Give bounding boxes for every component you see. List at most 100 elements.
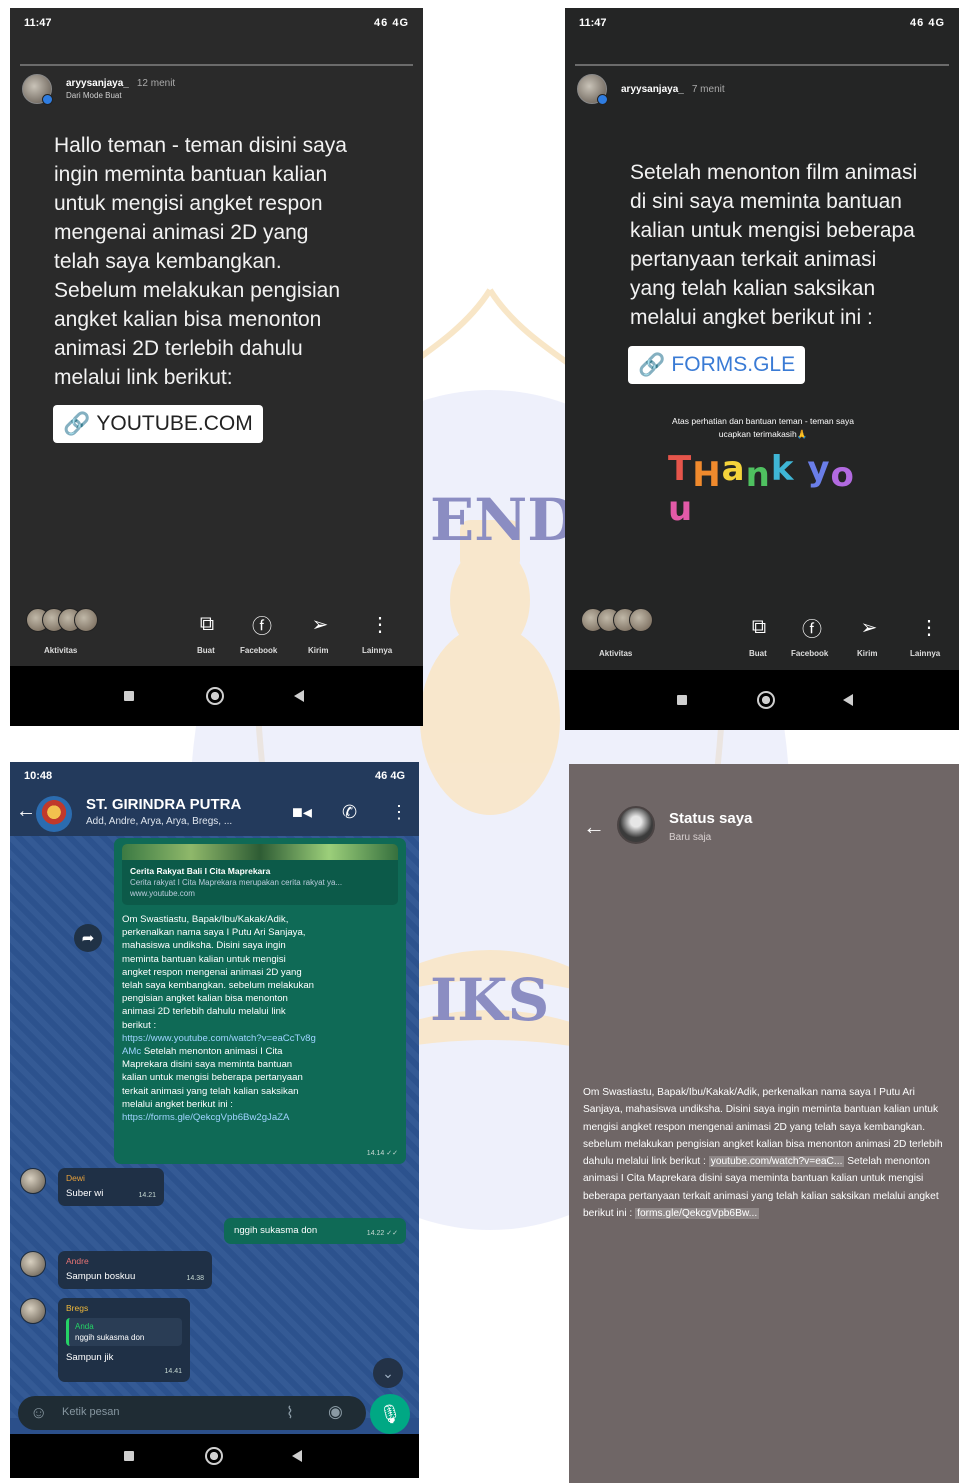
input-placeholder: Ketik pesan [62,1406,120,1418]
forward-icon[interactable]: ➦ [74,924,102,952]
paperclip-icon[interactable]: ⌇ [286,1403,294,1423]
message-line: terkait animasi yang telah kalian saksik… [122,1085,299,1097]
status-time: 10:48 [24,770,53,782]
message-line: melalui angket berikut ini : [122,1098,233,1110]
message-line: pengisian angket kalian bisa menonton [122,993,288,1005]
avatar[interactable] [577,74,608,105]
quoted-sender: Anda [75,1322,94,1332]
home-button[interactable] [206,687,224,705]
message-line: mahasiswa undiksha. Disini saya ingin [122,940,286,952]
forms-link-sticker[interactable]: 🔗 FORMS.GLE [628,346,806,384]
youtube-link-end[interactable]: AMc [122,1046,141,1057]
link-label: FORMS.GLE [671,353,796,376]
outgoing-message[interactable]: Cerita Rakyat Bali I Cita Maprekara Ceri… [114,838,406,1164]
recents-button[interactable] [124,691,134,701]
more-icon[interactable]: ⋮ [917,615,941,639]
forms-link[interactable]: forms.gle/QekcgVpb6Bw... [635,1208,760,1220]
chat-header: ← ST. GIRINDRA PUTRA Add, Andre, Arya, A… [10,790,419,836]
username[interactable]: aryysanjaya_ [621,84,684,95]
kebab-menu-icon[interactable]: ⋮ [390,802,408,823]
send-label: Kirim [857,649,878,658]
group-avatar[interactable] [36,796,72,832]
thanks-caption: Atas perhatian dan bantuan teman - teman… [613,415,913,441]
mic-icon[interactable]: 🎙 [370,1394,410,1434]
message-time: 14.14 ✓✓ [366,1149,398,1157]
thank-you-letter: o [830,455,855,495]
home-button[interactable] [757,691,775,709]
message-time: 14.41 [164,1367,182,1375]
link-preview[interactable]: Cerita Rakyat Bali I Cita Maprekara Ceri… [122,844,398,905]
incoming-message[interactable]: Dewi Suber wi 14.21 [58,1168,164,1206]
thank-you-letter: n [745,455,771,495]
avatar[interactable] [20,1298,46,1324]
group-members: Add, Andre, Arya, Arya, Bregs, ... [86,816,233,827]
incoming-message[interactable]: Bregs Anda nggih sukasma don Sampun jik … [58,1298,190,1382]
viewer-avatars[interactable] [26,608,106,632]
facebook-icon[interactable]: ⓕ [800,615,824,641]
facebook-label: Facebook [240,646,278,655]
video-call-icon[interactable]: ■◂ [292,802,312,823]
activity-label: Aktivitas [599,649,633,658]
activity-label: Aktivitas [44,646,78,655]
android-nav-bar [565,670,959,730]
thanks-line: ucapkan terimakasih🙏 [718,429,808,439]
send-icon[interactable]: ➢ [308,612,332,636]
emoji-icon[interactable]: ☺ [30,1403,47,1423]
story-time: 7 menit [691,83,725,95]
scroll-down-button[interactable]: ⌄ [373,1358,403,1388]
message-line: Maprekara disini saya meminta bantuan [122,1059,293,1071]
sender-name: Bregs [66,1303,89,1313]
story-line: telah saya kembangkan. [54,250,282,273]
more-label: Lainnya [910,649,941,658]
create-icon[interactable]: ⧉ [747,615,771,639]
recents-button[interactable] [677,695,687,705]
avatar[interactable] [20,1251,46,1277]
camera-icon[interactable]: ◉ [328,1402,343,1422]
back-arrow-icon[interactable]: ← [583,814,605,840]
message-input[interactable]: ☺ Ketik pesan ⌇ ◉ [18,1396,366,1430]
preview-title: Cerita Rakyat Bali I Cita Maprekara [130,866,271,876]
message-line: kalian untuk mengisi beberapa pertanyaan [122,1072,303,1084]
message-line: animasi 2D terlebih dahulu melalui link [122,1006,286,1018]
thank-you-letter: k [770,449,795,489]
group-name[interactable]: ST. GIRINDRA PUTRA [86,796,241,813]
username[interactable]: aryysanjaya_ [66,78,129,89]
avatar[interactable] [20,1168,46,1194]
phone-icon[interactable]: ✆ [342,802,357,823]
back-button[interactable] [843,694,853,706]
story-line: yang telah kalian saksikan [630,277,876,300]
status-signal: 46 4G [910,17,945,29]
message-text: nggih sukasma don [234,1225,318,1236]
story-action-bar: Aktivitas ⧉ Buat ⓕ Facebook ➢ Kirim ⋮ La… [10,602,423,662]
recents-button[interactable] [124,1451,134,1461]
sender-name: Andre [66,1256,89,1266]
outgoing-message[interactable]: nggih sukasma don 14.22 ✓✓ [224,1218,406,1244]
youtube-link-sticker[interactable]: 🔗 YOUTUBE.COM [53,405,263,443]
youtube-link[interactable]: youtube.com/watch?v=eaC... [708,1156,845,1168]
status-bar: 11:47 46 4G [565,8,959,38]
create-icon[interactable]: ⧉ [195,612,219,636]
story-progress-bar [20,64,413,66]
back-arrow-icon[interactable]: ← [16,800,36,823]
send-icon[interactable]: ➢ [857,615,881,639]
back-button[interactable] [294,690,304,702]
forms-link[interactable]: https://forms.gle/QekcgVpb6Bw2gJaZA [122,1111,398,1124]
message-line: berikut : [122,1019,157,1031]
thank-you-letter: a [721,449,746,489]
home-button[interactable] [205,1447,223,1465]
viewer-avatars[interactable] [581,608,661,632]
youtube-link[interactable]: https://www.youtube.com/watch?v=eaCcTv8g [122,1032,398,1045]
avatar[interactable] [22,74,53,105]
message-line: Setelah menonton animasi I Cita [141,1046,283,1058]
story-line: kalian untuk mengisi beberapa [630,219,915,242]
avatar[interactable] [617,806,655,844]
story-header: aryysanjaya_ 12 menit Dari Mode Buat [22,74,175,105]
incoming-message[interactable]: Andre Sampun boskuu 14.38 [58,1251,212,1289]
status-time: 11:47 [24,17,52,29]
facebook-icon[interactable]: ⓕ [250,612,274,638]
back-button[interactable] [292,1450,302,1462]
thank-you-letter: u [668,489,694,529]
more-icon[interactable]: ⋮ [368,612,392,636]
status-bar: 11:47 46 4G [10,8,423,38]
quoted-message[interactable]: Anda nggih sukasma don [66,1318,182,1347]
